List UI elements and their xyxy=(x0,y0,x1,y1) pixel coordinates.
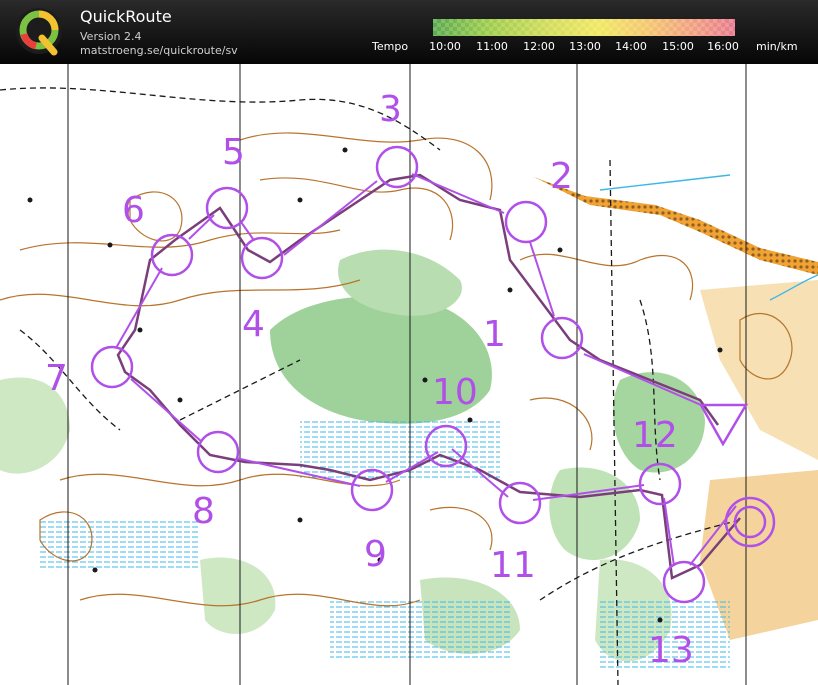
app-header: QuickRoute Version 2.4 matstroeng.se/qui… xyxy=(0,0,818,64)
control-number: 12 xyxy=(632,415,678,456)
control-number: 5 xyxy=(222,132,245,173)
control-number: 7 xyxy=(45,358,68,399)
control-number: 10 xyxy=(432,372,478,413)
tempo-tick: 12:00 xyxy=(523,40,555,53)
tempo-tick: 15:00 xyxy=(662,40,694,53)
control-number: 1 xyxy=(483,314,506,355)
tempo-unit-label: min/km xyxy=(756,40,798,53)
app-url: matstroeng.se/quickroute/sv xyxy=(80,44,238,57)
control-number: 3 xyxy=(379,89,402,130)
control-number: 9 xyxy=(364,534,387,575)
tempo-tick: 10:00 xyxy=(429,40,461,53)
tempo-tick: 11:00 xyxy=(476,40,508,53)
tempo-label: Tempo xyxy=(372,40,409,53)
marsh-area xyxy=(40,520,200,570)
tempo-color-scale xyxy=(433,19,735,36)
orienteering-map[interactable]: 1 2 3 4 5 6 7 8 9 10 11 12 13 xyxy=(0,64,818,685)
tempo-tick: 14:00 xyxy=(615,40,647,53)
control-number: 6 xyxy=(122,190,145,231)
control-number: 2 xyxy=(550,156,573,197)
tempo-tick: 13:00 xyxy=(569,40,601,53)
tempo-tick: 16:00 xyxy=(707,40,739,53)
control-number: 4 xyxy=(242,304,265,345)
marsh-area xyxy=(330,600,510,660)
quickroute-logo-icon xyxy=(16,8,62,56)
control-number: 11 xyxy=(490,545,536,586)
app-version: Version 2.4 xyxy=(80,30,142,43)
control-number: 13 xyxy=(648,630,694,671)
control-number: 8 xyxy=(192,491,215,532)
app-title: QuickRoute xyxy=(80,7,172,26)
